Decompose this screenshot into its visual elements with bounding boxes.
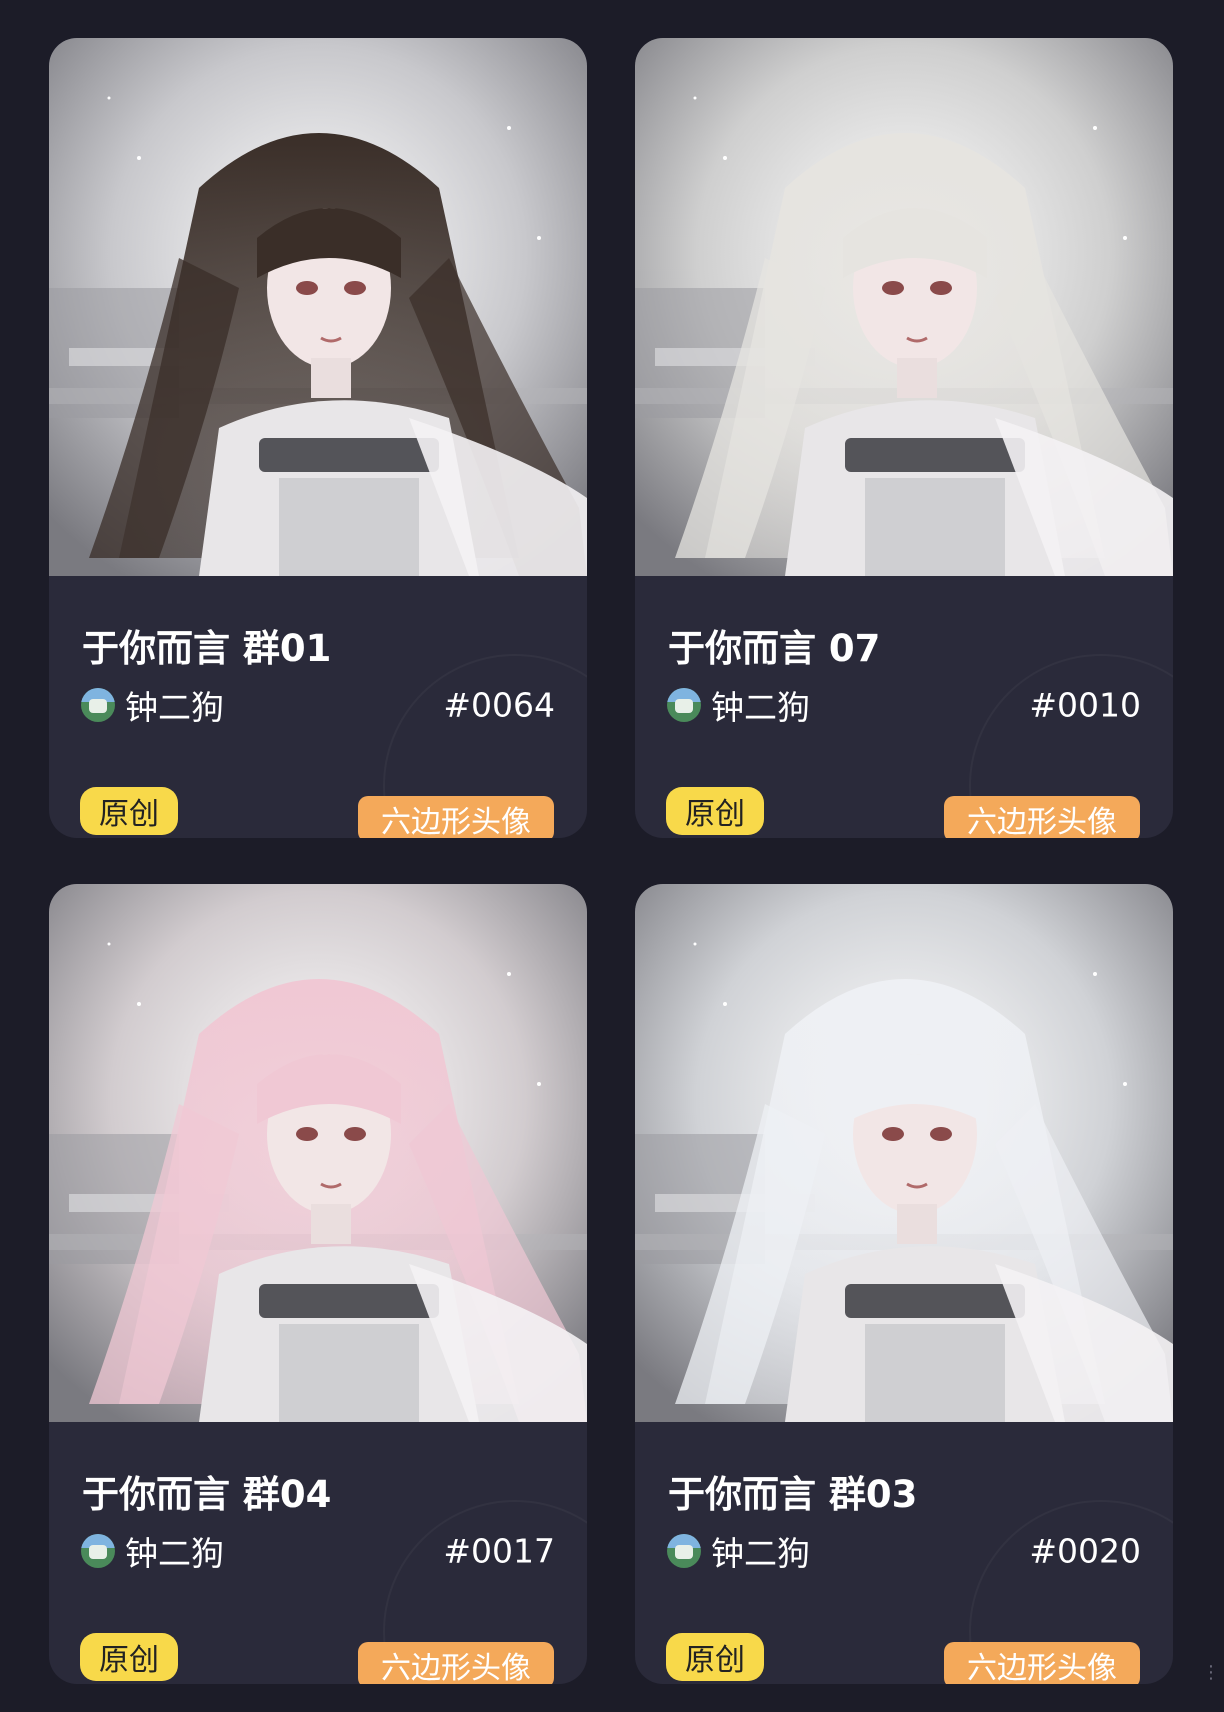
creator-avatar [81,688,115,722]
type-badge: 六边形头像 [358,1642,554,1684]
card-title: 于你而言 群03 [668,1473,918,1516]
creator-row[interactable]: 钟二狗 [667,1530,810,1573]
original-badge: 原创 [666,1633,764,1681]
collection-card[interactable]: 于你而言 群01 钟二狗 #0064 原创 六边形头像 [49,38,587,838]
creator-avatar [667,1534,701,1568]
original-badge: 原创 [80,1633,178,1681]
creator-row[interactable]: 钟二狗 [81,1530,224,1573]
creator-avatar [667,688,701,722]
artwork-illustration [49,884,587,1422]
artwork-image[interactable] [49,884,587,1422]
artwork-illustration [49,38,587,576]
creator-name: 钟二狗 [711,688,810,727]
creator-name: 钟二狗 [125,1534,224,1573]
original-badge: 原创 [666,787,764,835]
artwork-illustration [635,884,1173,1422]
creator-name: 钟二狗 [125,688,224,727]
creator-row[interactable]: 钟二狗 [81,684,224,727]
collection-grid: 于你而言 群01 钟二狗 #0064 原创 六边形头像 于你而言 07 钟二狗 … [0,0,1224,1712]
collection-card[interactable]: 于你而言 群04 钟二狗 #0017 原创 六边形头像 [49,884,587,1684]
collection-card[interactable]: 于你而言 07 钟二狗 #0010 原创 六边形头像 [635,38,1173,838]
more-dots-icon[interactable]: ⋮ [1202,1662,1220,1692]
original-badge: 原创 [80,787,178,835]
creator-name: 钟二狗 [711,1534,810,1573]
collection-card[interactable]: 于你而言 群03 钟二狗 #0020 原创 六边形头像 [635,884,1173,1684]
artwork-image[interactable] [635,884,1173,1422]
type-badge: 六边形头像 [358,796,554,838]
type-badge: 六边形头像 [944,1642,1140,1684]
card-title: 于你而言 07 [668,627,881,670]
card-title: 于你而言 群01 [82,627,332,670]
creator-row[interactable]: 钟二狗 [667,684,810,727]
artwork-image[interactable] [635,38,1173,576]
artwork-image[interactable] [49,38,587,576]
creator-avatar [81,1534,115,1568]
type-badge: 六边形头像 [944,796,1140,838]
artwork-illustration [635,38,1173,576]
card-title: 于你而言 群04 [82,1473,332,1516]
